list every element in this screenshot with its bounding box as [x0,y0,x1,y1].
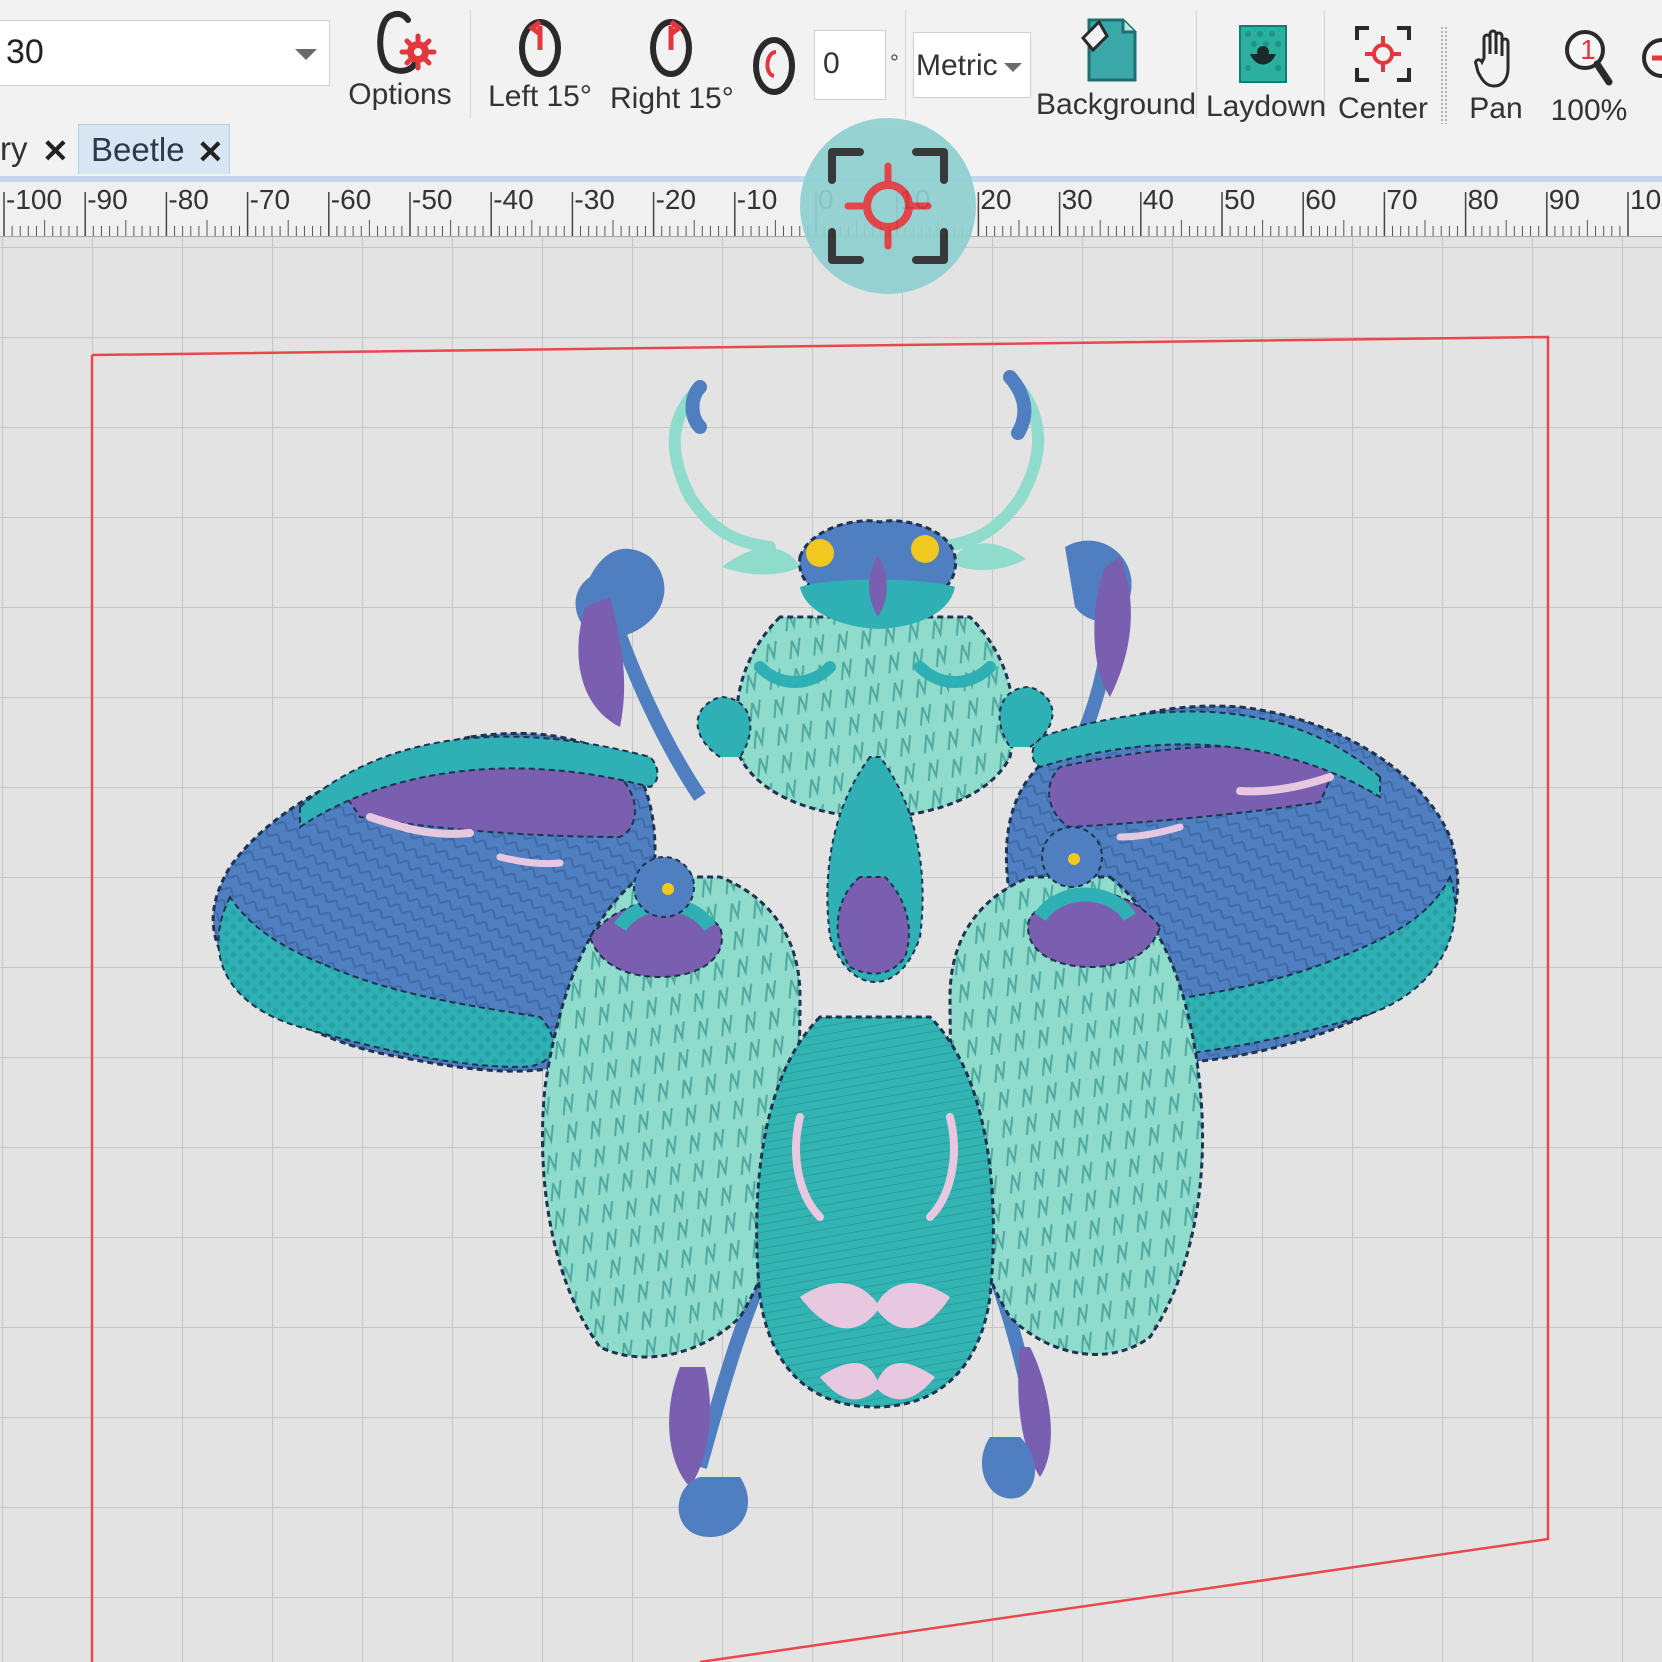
ruler-label: 30 [1061,184,1093,215]
center-target-icon [828,148,948,264]
rotate-options-icon [377,10,437,74]
size-combobox[interactable]: 30 [0,20,330,86]
ruler-label: 100 [1630,184,1662,215]
center-target-icon [1355,26,1411,82]
hand-pan-icon [1474,29,1510,88]
options-label: Options [348,78,452,111]
zoom-label: 100% [1550,94,1628,127]
center-label: Center [1337,92,1429,125]
rotate-left-label: Left 15° [488,80,592,113]
tab-previous-document[interactable]: ry ✕ [0,124,78,174]
laydown-button[interactable]: Laydown [1206,0,1327,128]
ruler-label: -50 [412,184,453,215]
rotate-left-icon [519,19,561,77]
rotate-right-label: Right 15° [610,82,734,115]
zoom-100-button[interactable]: 1 100% [1546,0,1632,128]
ruler-label: -30 [574,184,615,215]
rotation-angle-input[interactable]: 0 [814,30,886,100]
toolbar: 30 Options Left 15° Right 15° 0 ° Metric… [0,0,1662,129]
ruler-label: -100 [6,184,63,215]
ruler-label: 80 [1467,184,1499,215]
design-canvas[interactable] [0,237,1662,1662]
zoom-out-icon[interactable] [1640,30,1662,100]
rotate-right-15-button[interactable]: Right 15° [610,0,734,128]
close-icon[interactable]: ✕ [42,132,69,170]
ruler-label: -20 [655,184,697,215]
chevron-down-icon[interactable] [295,49,317,60]
rotate-left-15-button[interactable]: Left 15° [480,0,600,128]
toolbar-grip[interactable] [1440,26,1448,126]
ruler-label: -10 [736,184,778,215]
ruler-label: -60 [330,184,372,215]
zoom-icon-number: 1 [1580,34,1596,65]
close-icon[interactable]: ✕ [197,133,224,171]
toolbar-divider [905,10,906,118]
ruler-label: -90 [87,184,128,215]
units-value: Metric [916,49,998,82]
ruler-label: 70 [1386,184,1418,215]
pan-button[interactable]: Pan [1456,0,1536,128]
center-target-highlight[interactable] [800,118,976,294]
ruler-label: 60 [1305,184,1337,215]
chevron-down-icon[interactable] [1004,63,1022,72]
center-button[interactable]: Center [1330,0,1436,128]
options-button[interactable]: Options [340,0,460,128]
degree-symbol: ° [890,50,899,75]
rotate-right-icon [650,19,692,77]
ruler-label: 20 [980,184,1012,215]
toolbar-divider [470,10,471,118]
ruler-label: 40 [1142,184,1174,215]
tab-label: ry [0,130,28,167]
ruler-label: -40 [493,184,534,215]
ruler-label: -80 [168,184,209,215]
pan-label: Pan [1469,92,1523,125]
beetle-embroidery-design[interactable] [0,237,1662,1662]
ruler-label: 50 [1224,184,1256,215]
units-dropdown[interactable]: Metric [913,32,1031,98]
background-image-icon [1081,18,1137,82]
tab-beetle[interactable]: Beetle ✕ [78,124,230,174]
rotation-angle-value: 0 [823,47,840,80]
ruler-label: -70 [249,184,291,215]
background-button[interactable]: Background [1036,0,1197,128]
rotate-angle-icon [753,37,795,95]
laydown-label: Laydown [1206,90,1327,123]
toolbar-divider [1196,10,1197,118]
ruler-label: 90 [1548,184,1580,215]
background-label: Background [1036,88,1197,121]
laydown-icon [1239,25,1287,83]
tab-label: Beetle [91,131,185,168]
size-combobox-value: 30 [6,33,44,71]
